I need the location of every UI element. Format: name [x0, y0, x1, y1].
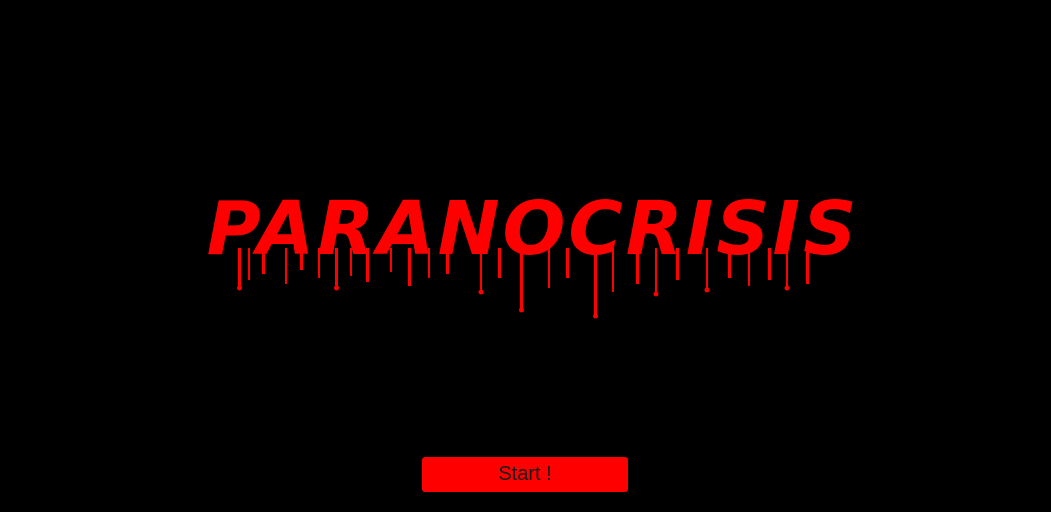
game-title: PARANOCRISIS	[207, 186, 860, 272]
game-title-graphic: PARANOCRISIS	[207, 186, 860, 319]
start-button[interactable]: Start !	[422, 457, 628, 492]
title-screen: PARANOCRISIS Start !	[0, 0, 1051, 512]
game-logo: PARANOCRISIS	[0, 186, 1051, 326]
